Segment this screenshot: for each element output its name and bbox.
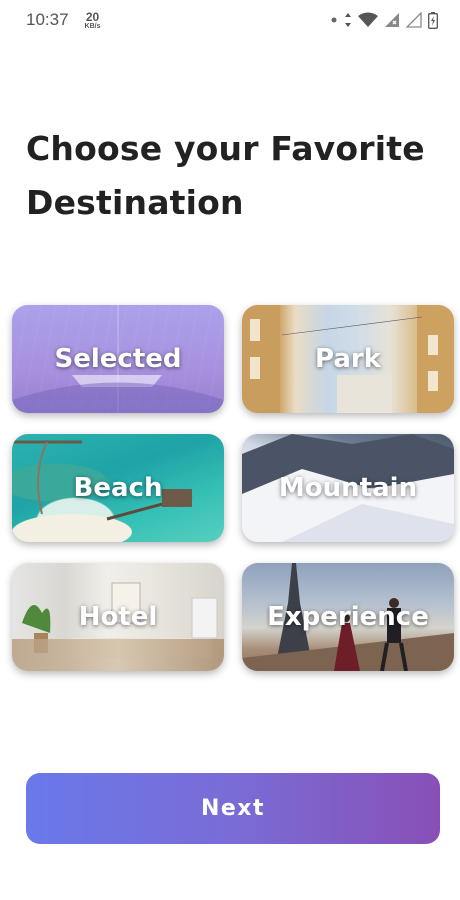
destination-card-park[interactable]: Park — [242, 305, 454, 413]
destination-label: Selected — [54, 344, 182, 374]
destination-label: Experience — [267, 602, 429, 632]
status-icons — [330, 11, 438, 29]
data-transfer-icon — [344, 12, 352, 28]
destination-card-mountain[interactable]: Mountain — [242, 434, 454, 542]
destination-card-hotel[interactable]: Hotel — [12, 563, 224, 671]
status-time: 10:37 — [26, 10, 69, 29]
destination-label: Hotel — [78, 602, 158, 632]
network-speed-indicator: 20 KB/s — [85, 11, 101, 30]
destination-card-experience[interactable]: Experience — [242, 563, 454, 671]
next-button[interactable]: Next — [26, 773, 440, 844]
notification-dot-icon — [330, 16, 338, 24]
destination-card-beach[interactable]: Beach — [12, 434, 224, 542]
network-speed-unit: KB/s — [84, 22, 101, 30]
destination-grid: Selected Park Beach Mountain Hotel Exper… — [12, 305, 456, 671]
status-left: 10:37 20 KB/s — [26, 10, 101, 30]
status-bar: 10:37 20 KB/s — [0, 0, 460, 40]
destination-label: Park — [314, 344, 381, 374]
page-title: Choose your Favorite Destination — [26, 129, 425, 222]
destination-label: Beach — [73, 473, 163, 503]
network-speed-value: 20 — [85, 9, 100, 24]
destination-label: Mountain — [278, 473, 418, 503]
signal-secondary-icon — [406, 12, 422, 28]
destination-card-selected[interactable]: Selected — [12, 305, 224, 413]
wifi-icon — [358, 12, 378, 28]
battery-icon — [428, 11, 438, 29]
signal-icon — [384, 12, 400, 28]
